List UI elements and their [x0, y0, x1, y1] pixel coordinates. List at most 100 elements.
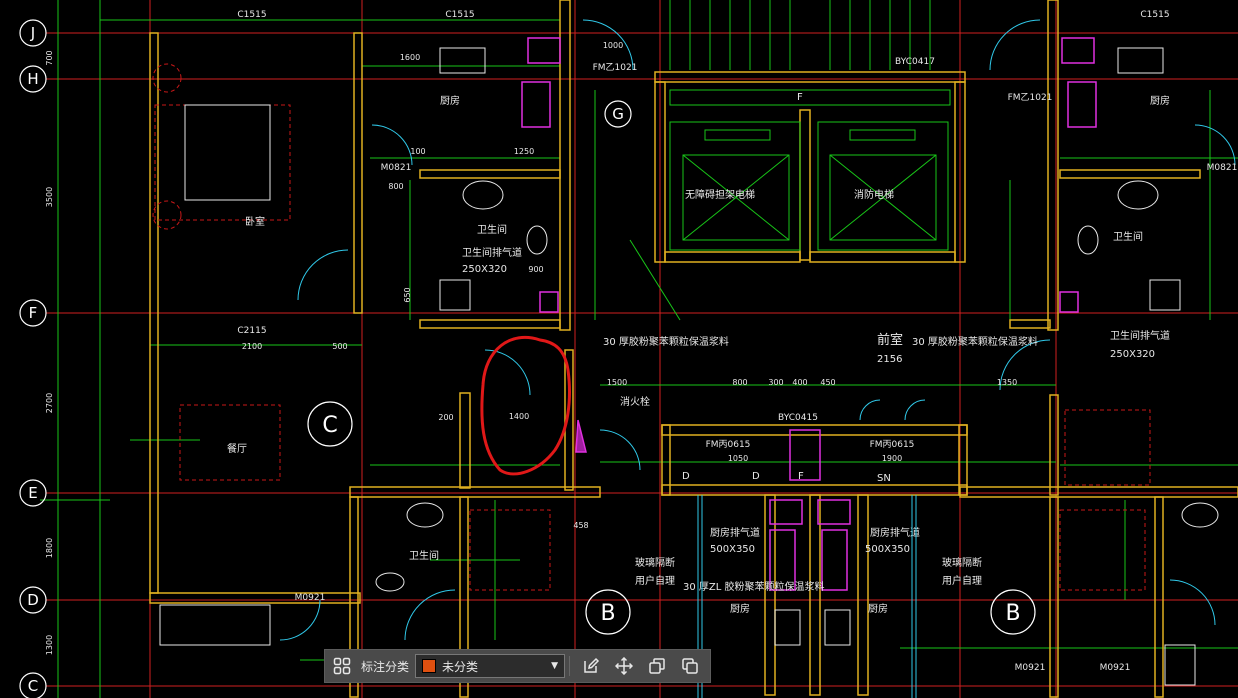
dim-650: 650: [403, 287, 412, 302]
tag-fm0615-a: FM丙0615: [706, 439, 751, 450]
room-kitchen-right: 厨房: [1150, 94, 1170, 107]
chevron-down-icon: ▼: [551, 661, 559, 671]
dim-1600: 1600: [400, 53, 420, 62]
move-icon[interactable]: [607, 650, 640, 682]
note-exhaust-left: 卫生间排气道: [462, 246, 522, 259]
dim-700: 700: [45, 50, 54, 65]
note-hydrant: 消火栓: [620, 395, 650, 408]
exhaust-ducts: [697, 495, 917, 698]
axis-label-f: F: [29, 304, 38, 322]
note-insulation-a: 30 厚胶粉聚苯颗粒保温浆料: [603, 335, 729, 348]
tag-m0921-b: M0921: [1015, 663, 1046, 673]
room-bedroom: 卧室: [245, 215, 265, 228]
dim-2700: 2700: [45, 393, 54, 413]
dim-100: 100: [410, 147, 425, 156]
notes: 卫生间排气道 250X320 卫生间排气道 250X320 30 厚胶粉聚苯颗粒…: [462, 92, 1170, 593]
tag-fm0615-b: FM丙0615: [870, 439, 915, 450]
tag-m0921-a: M0921: [295, 593, 326, 603]
note-kitchen-exhaust-b-size: 500X350: [865, 544, 910, 555]
note-d-1: D: [682, 471, 690, 482]
revision-cloud: [480, 335, 571, 476]
axis-label-g: G: [612, 105, 624, 123]
note-f-top: F: [797, 92, 803, 103]
dimension-text: 700 3500 2700 1800 1300 1600 1000 1250 1…: [45, 41, 1017, 655]
room-bath-right: 卫生间: [1113, 230, 1143, 243]
note-insulation-c: 30 厚ZL 胶粉聚苯颗粒保温浆料: [683, 580, 825, 593]
dim-800b: 800: [732, 378, 747, 387]
tag-fm1021-a: FM乙1021: [593, 62, 638, 73]
zone-label-c: C: [322, 413, 337, 438]
stairs: [669, 0, 931, 70]
room-kitchen-left: 厨房: [440, 94, 460, 107]
tag-m0821-a: M0821: [381, 163, 412, 173]
dim-500: 500: [332, 342, 347, 351]
note-sn: SN: [877, 473, 891, 484]
note-owner-a: 用户自理: [635, 574, 675, 587]
note-exhaust-right-size: 250X320: [1110, 349, 1155, 360]
dim-800: 800: [388, 182, 403, 191]
axis-label-e: E: [28, 484, 37, 502]
dim-450: 450: [820, 378, 835, 387]
dim-200: 200: [438, 413, 453, 422]
tag-c1515-c: C1515: [1140, 10, 1169, 20]
note-kitchen-exhaust-a: 厨房排气道: [710, 526, 760, 539]
room-kitchen-lower-left: 厨房: [730, 602, 750, 615]
category-select[interactable]: 未分类 ▼: [415, 654, 566, 678]
room-accessible-elevator: 无障碍担架电梯: [685, 188, 755, 201]
tag-fm1021-b: FM乙1021: [1008, 92, 1053, 103]
note-area: 2156: [877, 354, 902, 365]
paste-icon[interactable]: [673, 650, 706, 682]
cad-drawing-canvas[interactable]: J H G F E D C C B B 厨房 厨房 卧室 卫生间 卫生间 餐厅 …: [0, 0, 1238, 698]
note-insulation-b: 30 厚胶粉聚苯颗粒保温浆料: [912, 335, 1038, 348]
category-color-swatch: [422, 659, 437, 673]
toolbar-divider: [569, 656, 571, 676]
room-dining: 餐厅: [227, 442, 247, 455]
dim-1900: 1900: [882, 454, 902, 463]
dim-1300: 1300: [45, 635, 54, 655]
axis-label-j: J: [30, 24, 35, 42]
room-anteroom: 前室: [877, 332, 903, 348]
category-selected-value: 未分类: [442, 659, 479, 674]
furniture: [152, 63, 1151, 591]
note-glass-a: 玻璃隔断: [635, 556, 675, 569]
zone-label-b-left: B: [600, 601, 615, 626]
note-f-mid: F: [798, 471, 804, 482]
note-owner-b: 用户自理: [942, 574, 982, 587]
edit-icon[interactable]: [574, 650, 607, 682]
tag-byc0415: BYC0415: [778, 413, 818, 423]
note-d-2: D: [752, 471, 760, 482]
tag-c1515-a: C1515: [237, 10, 266, 20]
room-bath-lower: 卫生间: [409, 549, 439, 562]
note-exhaust-right: 卫生间排气道: [1110, 329, 1170, 342]
axis-label-d: D: [27, 591, 39, 609]
dim-1250: 1250: [514, 147, 534, 156]
dim-458: 458: [573, 521, 588, 530]
note-kitchen-exhaust-a-size: 500X350: [710, 544, 755, 555]
annotation-toolbar: 标注分类 未分类 ▼: [324, 649, 711, 683]
dim-3500: 3500: [45, 187, 54, 207]
dim-1050: 1050: [728, 454, 748, 463]
zone-bubbles: C B B: [307, 401, 1036, 635]
tag-c1515-b: C1515: [445, 10, 474, 20]
dim-1800: 1800: [45, 538, 54, 558]
tag-byc0417: BYC0417: [895, 57, 935, 67]
dim-1000: 1000: [603, 41, 623, 50]
dim-1350: 1350: [997, 378, 1017, 387]
dim-1500: 1500: [607, 378, 627, 387]
dim-300: 300: [768, 378, 783, 387]
zone-label-b-right: B: [1005, 601, 1020, 626]
tag-c2115: C2115: [237, 326, 266, 336]
note-exhaust-left-size: 250X320: [462, 264, 507, 275]
note-glass-b: 玻璃隔断: [942, 556, 982, 569]
annotation-category-label: 标注分类: [361, 659, 410, 674]
grid-icon[interactable]: [325, 650, 359, 682]
room-kitchen-lower-right: 厨房: [868, 602, 888, 615]
dim-2100: 2100: [242, 342, 262, 351]
copy-icon[interactable]: [640, 650, 673, 682]
room-bath-left: 卫生间: [477, 223, 507, 236]
axis-bubbles: J H G F E D C: [19, 19, 632, 698]
dim-1400: 1400: [509, 412, 529, 421]
dim-400: 400: [792, 378, 807, 387]
tag-m0921-c: M0921: [1100, 663, 1131, 673]
doors: [279, 19, 1236, 641]
